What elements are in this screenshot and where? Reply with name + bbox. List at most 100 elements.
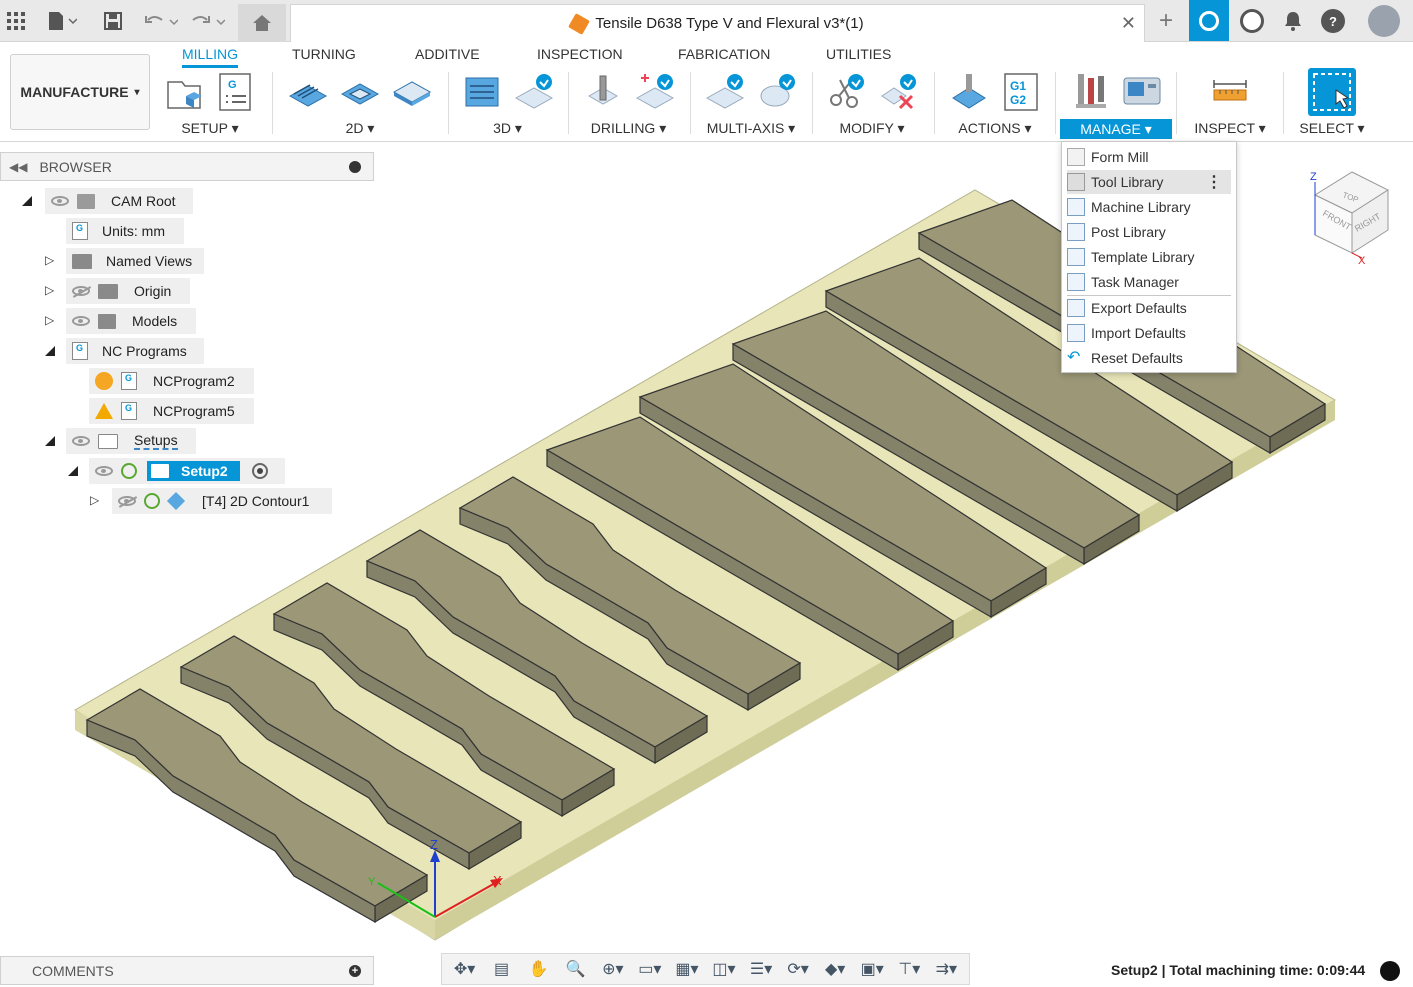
display-settings-icon[interactable]: ▭▾ xyxy=(637,959,663,979)
simulate-icon[interactable] xyxy=(949,72,989,112)
new-tab-button[interactable]: + xyxy=(1150,8,1182,36)
tab-additive[interactable]: ADDITIVE xyxy=(415,46,480,62)
tab-fabrication[interactable]: FABRICATION xyxy=(678,46,770,62)
menu-item-reset-defaults[interactable]: ↶ Reset Defaults xyxy=(1067,346,1231,370)
tab-utilities[interactable]: UTILITIES xyxy=(826,46,891,62)
tool-display-icon[interactable]: ⊤▾ xyxy=(896,959,922,979)
2d-pocket-icon[interactable] xyxy=(340,72,380,112)
collapse-panel-icon[interactable]: ◀◀ xyxy=(9,160,27,174)
look-at-icon[interactable]: ▤ xyxy=(489,959,515,979)
tree-node-setups[interactable]: Setups xyxy=(0,428,374,454)
inspect-group-label[interactable]: INSPECT ▾ xyxy=(1183,120,1277,137)
expand-right-icon[interactable]: ▷ xyxy=(45,313,54,327)
menu-item-template-library[interactable]: Template Library xyxy=(1067,245,1231,269)
manage-group-label[interactable]: MANAGE ▾ xyxy=(1060,119,1172,139)
bell-icon[interactable] xyxy=(1281,9,1305,33)
hole-recognition-icon[interactable] xyxy=(635,72,675,112)
menu-item-task-manager[interactable]: Task Manager xyxy=(1067,270,1231,294)
undo-icon[interactable] xyxy=(143,8,179,34)
menu-item-post-library[interactable]: Post Library xyxy=(1067,220,1231,244)
orbit-icon[interactable]: ✥▾ xyxy=(452,959,478,979)
workspace-switcher[interactable]: MANUFACTURE ▾ xyxy=(10,54,150,130)
browser-panel-header[interactable]: ◀◀ BROWSER xyxy=(0,152,374,181)
tree-node-ncprogram2[interactable]: NCProgram2 xyxy=(0,368,374,394)
drill-icon[interactable] xyxy=(583,72,623,112)
viewcube[interactable]: TOP FRONT RIGHT Z X xyxy=(1310,171,1390,267)
expand-right-icon[interactable]: ▷ xyxy=(45,253,54,267)
tab-inspection[interactable]: INSPECTION xyxy=(537,46,623,62)
expand-toggle-icon[interactable] xyxy=(45,346,55,356)
visibility-eye-icon[interactable] xyxy=(95,466,113,476)
avatar[interactable] xyxy=(1368,5,1400,37)
visibility-eye-icon[interactable] xyxy=(72,316,90,326)
expand-right-icon[interactable]: ▷ xyxy=(45,283,54,297)
zoom-icon[interactable]: 🔍 xyxy=(563,959,589,979)
actions-group-label[interactable]: ACTIONS ▾ xyxy=(940,120,1050,137)
select-group-label[interactable]: SELECT ▾ xyxy=(1288,120,1376,137)
swarf-icon[interactable] xyxy=(757,72,797,112)
tree-node-cam-root[interactable]: CAM Root xyxy=(0,188,374,214)
document-tab[interactable]: Tensile D638 Type V and Flexural v3*(1) … xyxy=(290,4,1145,42)
select-icon[interactable] xyxy=(1308,68,1356,116)
rotary-icon[interactable] xyxy=(705,72,745,112)
visibility-eye-icon[interactable] xyxy=(51,196,69,206)
tab-turning[interactable]: TURNING xyxy=(292,46,356,62)
home-icon[interactable] xyxy=(238,4,286,42)
clock-icon[interactable] xyxy=(1240,9,1264,33)
help-icon[interactable]: ? xyxy=(1321,9,1345,33)
fixture-display-icon[interactable]: ⇉▾ xyxy=(933,959,959,979)
tree-node-setup2[interactable]: Setup2 xyxy=(0,458,374,484)
scissors-icon[interactable] xyxy=(826,72,866,112)
expand-toggle-icon[interactable] xyxy=(45,436,55,446)
delete-toolpath-icon[interactable] xyxy=(878,72,918,112)
visibility-off-icon[interactable] xyxy=(72,286,90,296)
3d-parallel-icon[interactable] xyxy=(514,72,554,112)
close-tab-icon[interactable]: ✕ xyxy=(1121,13,1136,34)
toolpath-display-icon[interactable]: ◆▾ xyxy=(822,959,848,979)
tab-milling[interactable]: MILLING xyxy=(182,46,239,68)
tree-node-units[interactable]: Units: mm xyxy=(0,218,374,244)
more-options-icon[interactable]: ⋮ xyxy=(1206,172,1222,192)
3d-group-label[interactable]: 3D ▾ xyxy=(455,120,560,137)
file-menu-icon[interactable] xyxy=(44,8,80,34)
nc-program-icon[interactable]: G xyxy=(216,72,256,112)
measure-icon[interactable] xyxy=(1210,72,1250,112)
expand-right-icon[interactable]: ▷ xyxy=(90,493,99,507)
post-process-icon[interactable]: G1 G2 xyxy=(1001,72,1041,112)
tree-node-2d-contour[interactable]: ▷ [T4] 2D Contour1 xyxy=(0,488,374,514)
grid-icon[interactable]: ▦▾ xyxy=(674,959,700,979)
add-comment-icon[interactable]: + xyxy=(349,965,361,977)
expand-toggle-icon[interactable] xyxy=(22,196,32,206)
redo-icon[interactable] xyxy=(190,8,226,34)
menu-item-form-mill[interactable]: Form Mill xyxy=(1067,145,1231,169)
2d-face-icon[interactable] xyxy=(392,72,432,112)
app-grid-icon[interactable] xyxy=(6,8,26,34)
2d-adaptive-icon[interactable] xyxy=(288,72,328,112)
visibility-eye-icon[interactable] xyxy=(72,436,90,446)
menu-item-import-defaults[interactable]: Import Defaults xyxy=(1067,321,1231,345)
3d-adaptive-icon[interactable] xyxy=(462,72,502,112)
tool-library-icon[interactable] xyxy=(1070,72,1110,112)
drilling-group-label[interactable]: DRILLING ▾ xyxy=(575,120,682,137)
rotate-icon[interactable]: ⟳▾ xyxy=(785,959,811,979)
stock-display-icon[interactable]: ☰▾ xyxy=(748,959,774,979)
menu-item-machine-library[interactable]: Machine Library xyxy=(1067,195,1231,219)
minimize-icon[interactable] xyxy=(349,161,361,173)
viewports-icon[interactable]: ◫▾ xyxy=(711,959,737,979)
menu-item-export-defaults[interactable]: Export Defaults xyxy=(1067,296,1231,320)
setup-group-label[interactable]: SETUP ▾ xyxy=(160,120,260,137)
2d-group-label[interactable]: 2D ▾ xyxy=(280,120,440,137)
menu-item-tool-library[interactable]: Tool Library ⋮ xyxy=(1067,170,1231,194)
new-setup-icon[interactable] xyxy=(164,72,204,112)
pan-icon[interactable]: ✋ xyxy=(526,959,552,979)
tree-node-named-views[interactable]: ▷ Named Views xyxy=(0,248,374,274)
machine-display-icon[interactable]: ▣▾ xyxy=(859,959,885,979)
tree-node-ncprogram5[interactable]: NCProgram5 xyxy=(0,398,374,424)
machine-library-icon[interactable] xyxy=(1122,72,1162,112)
zoom-window-icon[interactable]: ⊕▾ xyxy=(600,959,626,979)
visibility-off-icon[interactable] xyxy=(118,496,136,506)
tree-node-nc-programs[interactable]: NC Programs xyxy=(0,338,374,364)
save-icon[interactable] xyxy=(102,8,124,34)
expand-toggle-icon[interactable] xyxy=(68,466,78,476)
tree-node-origin[interactable]: ▷ Origin xyxy=(0,278,374,304)
